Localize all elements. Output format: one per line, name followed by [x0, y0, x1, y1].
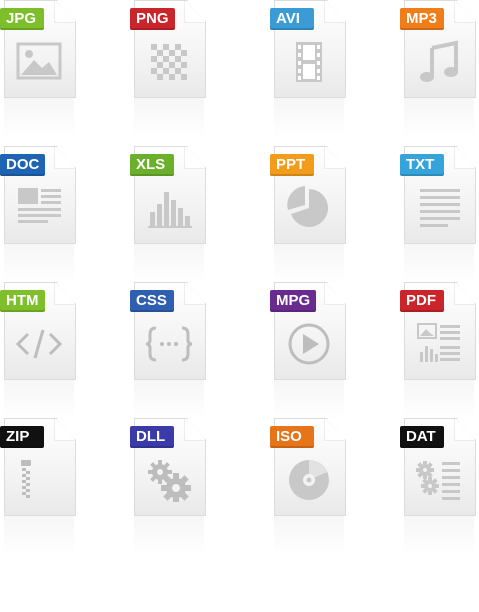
extension-label: TXT	[400, 154, 444, 176]
extension-label: AVI	[270, 8, 314, 30]
extension-label: JPG	[0, 8, 44, 30]
file-icon-mpg: MPG	[270, 282, 350, 420]
checkerboard-icon	[151, 44, 187, 80]
file-icon-dll: DLL	[130, 418, 210, 556]
pdf-layout-icon	[417, 323, 460, 362]
extension-label: PPT	[270, 154, 314, 176]
code-icon	[15, 329, 63, 359]
file-icon-png: PNG	[130, 0, 210, 138]
file-icon-mp3: MP3	[400, 0, 479, 138]
file-icon-dat: DAT	[400, 418, 479, 556]
extension-label: CSS	[130, 290, 174, 312]
music-note-icon	[420, 40, 458, 82]
extension-label: DOC	[0, 154, 46, 176]
extension-label: XLS	[130, 154, 174, 176]
extension-label: HTM	[0, 290, 45, 312]
file-type-icon-grid: JPG PNG AVI MP3 DOC XLS PPT TXT HTM CSS …	[0, 0, 479, 612]
file-icon-css: CSS	[130, 282, 210, 420]
extension-label: MP3	[400, 8, 444, 30]
extension-label: PDF	[400, 290, 444, 312]
file-icon-htm: HTM	[0, 282, 80, 420]
extension-label: PNG	[130, 8, 175, 30]
file-icon-ppt: PPT	[270, 146, 350, 284]
extension-label: DLL	[130, 426, 174, 448]
gear-list-icon	[416, 461, 460, 500]
icon-reflection	[4, 98, 74, 138]
page-fold	[455, 0, 475, 22]
file-icon-zip: ZIP	[0, 418, 80, 556]
extension-label: ZIP	[0, 426, 44, 448]
file-icon-xls: XLS	[130, 146, 210, 284]
file-icon-avi: AVI	[270, 0, 350, 138]
braces-icon	[145, 326, 193, 362]
extension-label: MPG	[270, 290, 317, 312]
film-icon	[296, 42, 322, 82]
file-icon-pdf: PDF	[400, 282, 479, 420]
file-icon-jpg: JPG	[0, 0, 80, 138]
gears-icon	[148, 460, 191, 502]
extension-label: ISO	[270, 426, 314, 448]
pie-chart-icon	[287, 186, 329, 227]
disc-icon	[289, 460, 329, 500]
zipper-icon	[21, 460, 31, 498]
page-fold	[325, 0, 345, 22]
image-icon	[16, 42, 62, 80]
document-layout-icon	[18, 188, 61, 223]
text-lines-icon	[420, 189, 460, 227]
file-icon-doc: DOC	[0, 146, 80, 284]
bar-chart-icon	[148, 192, 192, 228]
file-icon-iso: ISO	[270, 418, 350, 556]
page-fold	[185, 0, 205, 22]
file-icon-txt: TXT	[400, 146, 479, 284]
play-icon	[288, 323, 330, 365]
extension-label: DAT	[400, 426, 444, 448]
page-fold	[55, 0, 75, 22]
